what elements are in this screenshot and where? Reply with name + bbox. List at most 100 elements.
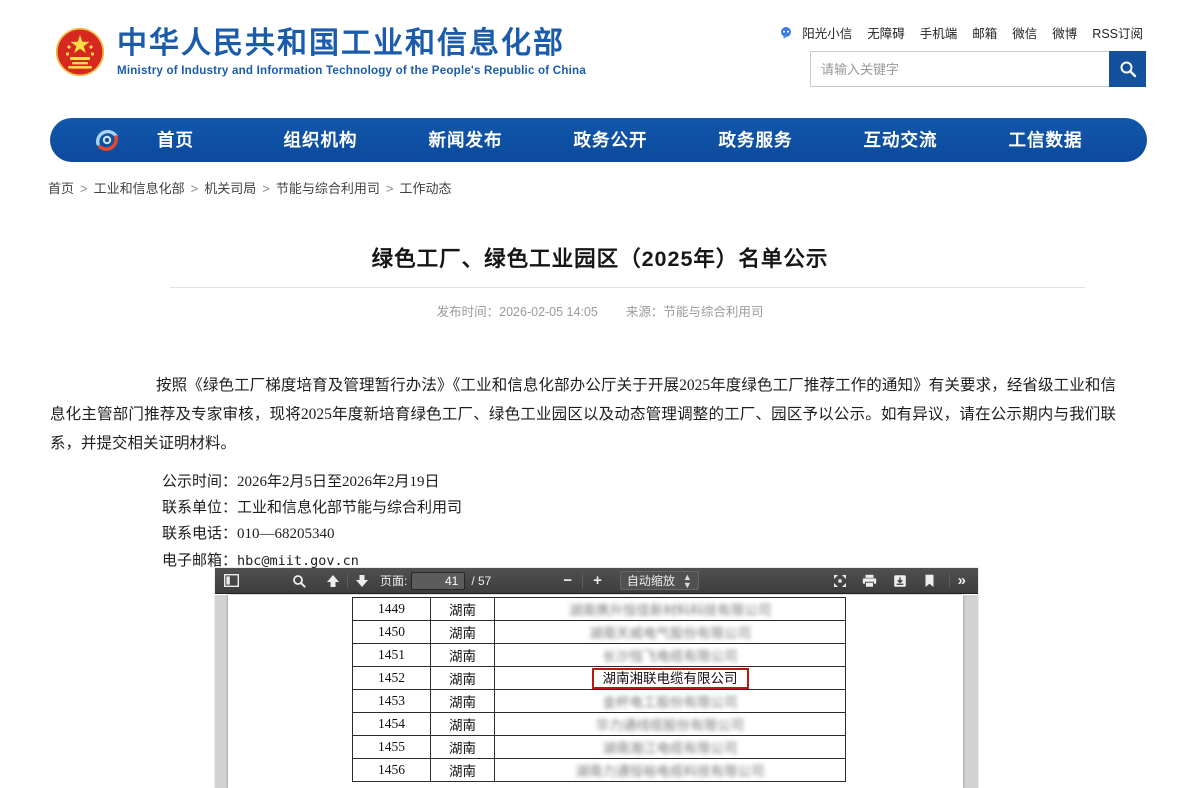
cell-company: 湖南湘江电缆有限公司	[495, 736, 846, 759]
publish-time-value: 2026-02-05 14:05	[499, 305, 598, 319]
more-tools-button[interactable]: »	[954, 572, 970, 589]
main-nav: 首页组织机构新闻发布政务公开政务服务互动交流工信数据	[50, 118, 1147, 162]
nav-item[interactable]: 首页	[103, 118, 248, 162]
quick-link[interactable]: 微信	[1012, 23, 1037, 42]
bookmark-button[interactable]	[920, 570, 940, 592]
breadcrumb-item[interactable]: 工作动态	[399, 181, 451, 196]
company-name: 湖南力通恒裕电缆科技有限公司	[576, 764, 765, 779]
sidebar-toggle-button[interactable]	[221, 570, 241, 592]
breadcrumb-item[interactable]: 工业和信息化部	[94, 181, 185, 196]
breadcrumb-item[interactable]: 首页	[48, 181, 74, 196]
publish-time-label: 发布时间：	[437, 305, 500, 319]
company-name: 湖南携升恒佳新材料科技有限公司	[569, 603, 772, 618]
table-row: 1454湖南华力通线缆股份有限公司	[353, 713, 846, 736]
quick-link[interactable]: 阳光小信	[802, 23, 852, 42]
cell-serial-no: 1451	[353, 644, 431, 667]
title-divider	[170, 287, 1085, 288]
company-name: 华力通线缆股份有限公司	[596, 718, 745, 733]
nav-item[interactable]: 政务服务	[683, 118, 828, 162]
nav-items: 首页组织机构新闻发布政务公开政务服务互动交流工信数据	[103, 118, 1118, 162]
contact-line: 联系电话：010—68205340	[162, 521, 462, 547]
pdf-search-icon	[292, 574, 306, 588]
nav-item[interactable]: 组织机构	[248, 118, 393, 162]
breadcrumb: 首页>工业和信息化部>机关司局>节能与综合利用司>工作动态	[48, 178, 451, 197]
breadcrumb-item[interactable]: 机关司局	[204, 181, 256, 196]
cell-province: 湖南	[431, 621, 495, 644]
search-icon	[1119, 60, 1137, 78]
sidebar-toggle-icon	[224, 574, 239, 587]
nav-item[interactable]: 工信数据	[973, 118, 1118, 162]
site-brand[interactable]: 中华人民共和国工业和信息化部 Ministry of Industry and …	[55, 27, 586, 77]
search-input[interactable]	[810, 51, 1109, 87]
article-title: 绿色工厂、绿色工业园区（2025年）名单公示	[0, 242, 1200, 273]
cell-company: 湖南湘联电缆有限公司	[495, 667, 846, 690]
pdf-find-button[interactable]	[289, 570, 309, 592]
cell-province: 湖南	[431, 667, 495, 690]
pdf-canvas-area[interactable]: 1449湖南湖南携升恒佳新材料科技有限公司1450湖南湖南天威电气股份有限公司1…	[215, 595, 978, 788]
quick-link[interactable]: 无障碍	[867, 23, 905, 42]
toolbar-right-group: »	[825, 570, 970, 592]
contact-label: 公示时间：	[162, 474, 237, 490]
page-down-icon	[355, 574, 369, 588]
table-row: 1450湖南 湖南天威电气股份有限公司	[353, 621, 846, 644]
cell-serial-no: 1450	[353, 621, 431, 644]
cell-serial-no: 1449	[353, 598, 431, 621]
download-icon	[893, 574, 907, 588]
nav-item[interactable]: 政务公开	[538, 118, 683, 162]
print-button[interactable]	[860, 570, 880, 592]
contact-label: 电子邮箱：	[162, 553, 237, 569]
cell-serial-no: 1455	[353, 736, 431, 759]
print-icon	[862, 574, 877, 588]
page-label: 页面:	[380, 572, 407, 589]
quick-link[interactable]: RSS订阅	[1092, 23, 1143, 42]
cell-serial-no: 1453	[353, 690, 431, 713]
page-up-button[interactable]	[323, 570, 343, 592]
table-row: 1449湖南 湖南携升恒佳新材料科技有限公司	[353, 598, 846, 621]
table-row: 1455湖南 湖南湘江电缆有限公司	[353, 736, 846, 759]
breadcrumb-separator: >	[191, 181, 199, 196]
toolbar-separator	[582, 574, 583, 588]
article-body: 按照《绿色工厂梯度培育及管理暂行办法》《工业和信息化部办公厅关于开展2025年度…	[50, 371, 1116, 458]
zoom-in-button[interactable]: +	[587, 572, 608, 589]
toolbar-separator	[347, 574, 348, 588]
zoom-mode-value: 自动缩放	[627, 572, 675, 589]
contact-value: hbc@miit.gov.cn	[237, 553, 359, 569]
contact-info: 公示时间：2026年2月5日至2026年2月19日联系单位：工业和信息化部节能与…	[162, 469, 462, 574]
cell-company: 金杯电工股份有限公司	[495, 690, 846, 713]
contact-label: 联系电话：	[162, 526, 237, 542]
cell-province: 湖南	[431, 736, 495, 759]
page-total: / 57	[471, 574, 491, 588]
company-name: 湖南湘江电缆有限公司	[603, 741, 738, 756]
zoom-out-button[interactable]: −	[557, 572, 578, 589]
search-button[interactable]	[1109, 51, 1146, 87]
quick-links: 阳光小信无障碍手机端邮箱微信微博 RSS订阅	[779, 23, 1143, 42]
company-name: 湖南天威电气股份有限公司	[589, 626, 751, 641]
presentation-mode-button[interactable]	[830, 570, 850, 592]
table-row: 1452湖南湖南湘联电缆有限公司	[353, 667, 846, 690]
quick-link[interactable]: 微博	[1052, 23, 1077, 42]
page-down-button[interactable]	[352, 570, 372, 592]
presentation-mode-icon	[833, 574, 847, 588]
page-number-input[interactable]	[411, 572, 465, 590]
cell-province: 湖南	[431, 713, 495, 736]
breadcrumb-item[interactable]: 节能与综合利用司	[276, 181, 380, 196]
pdf-viewer: 页面: / 57 − + 自动缩放 ▲▼	[215, 568, 978, 788]
table-row: 1456湖南湖南力通恒裕电缆科技有限公司	[353, 759, 846, 782]
nav-item[interactable]: 新闻发布	[393, 118, 538, 162]
contact-value: 工业和信息化部节能与综合利用司	[237, 500, 462, 516]
zoom-mode-select[interactable]: 自动缩放 ▲▼	[620, 571, 699, 590]
cell-province: 湖南	[431, 644, 495, 667]
quick-link[interactable]: 邮箱	[972, 23, 997, 42]
company-name: 长沙恒飞电缆有限公司	[603, 649, 738, 664]
nav-item[interactable]: 互动交流	[828, 118, 973, 162]
green-factory-table: 1449湖南湖南携升恒佳新材料科技有限公司1450湖南湖南天威电气股份有限公司1…	[352, 597, 846, 782]
select-spinner-icon: ▲▼	[683, 573, 692, 589]
table-row: 1451湖南 长沙恒飞电缆有限公司	[353, 644, 846, 667]
table-row: 1453湖南金杯电工股份有限公司	[353, 690, 846, 713]
cell-province: 湖南	[431, 759, 495, 782]
cell-province: 湖南	[431, 598, 495, 621]
contact-line: 公示时间：2026年2月5日至2026年2月19日	[162, 469, 462, 495]
download-button[interactable]	[890, 570, 910, 592]
quick-link[interactable]: 手机端	[920, 23, 958, 42]
contact-line: 联系单位：工业和信息化部节能与综合利用司	[162, 495, 462, 521]
